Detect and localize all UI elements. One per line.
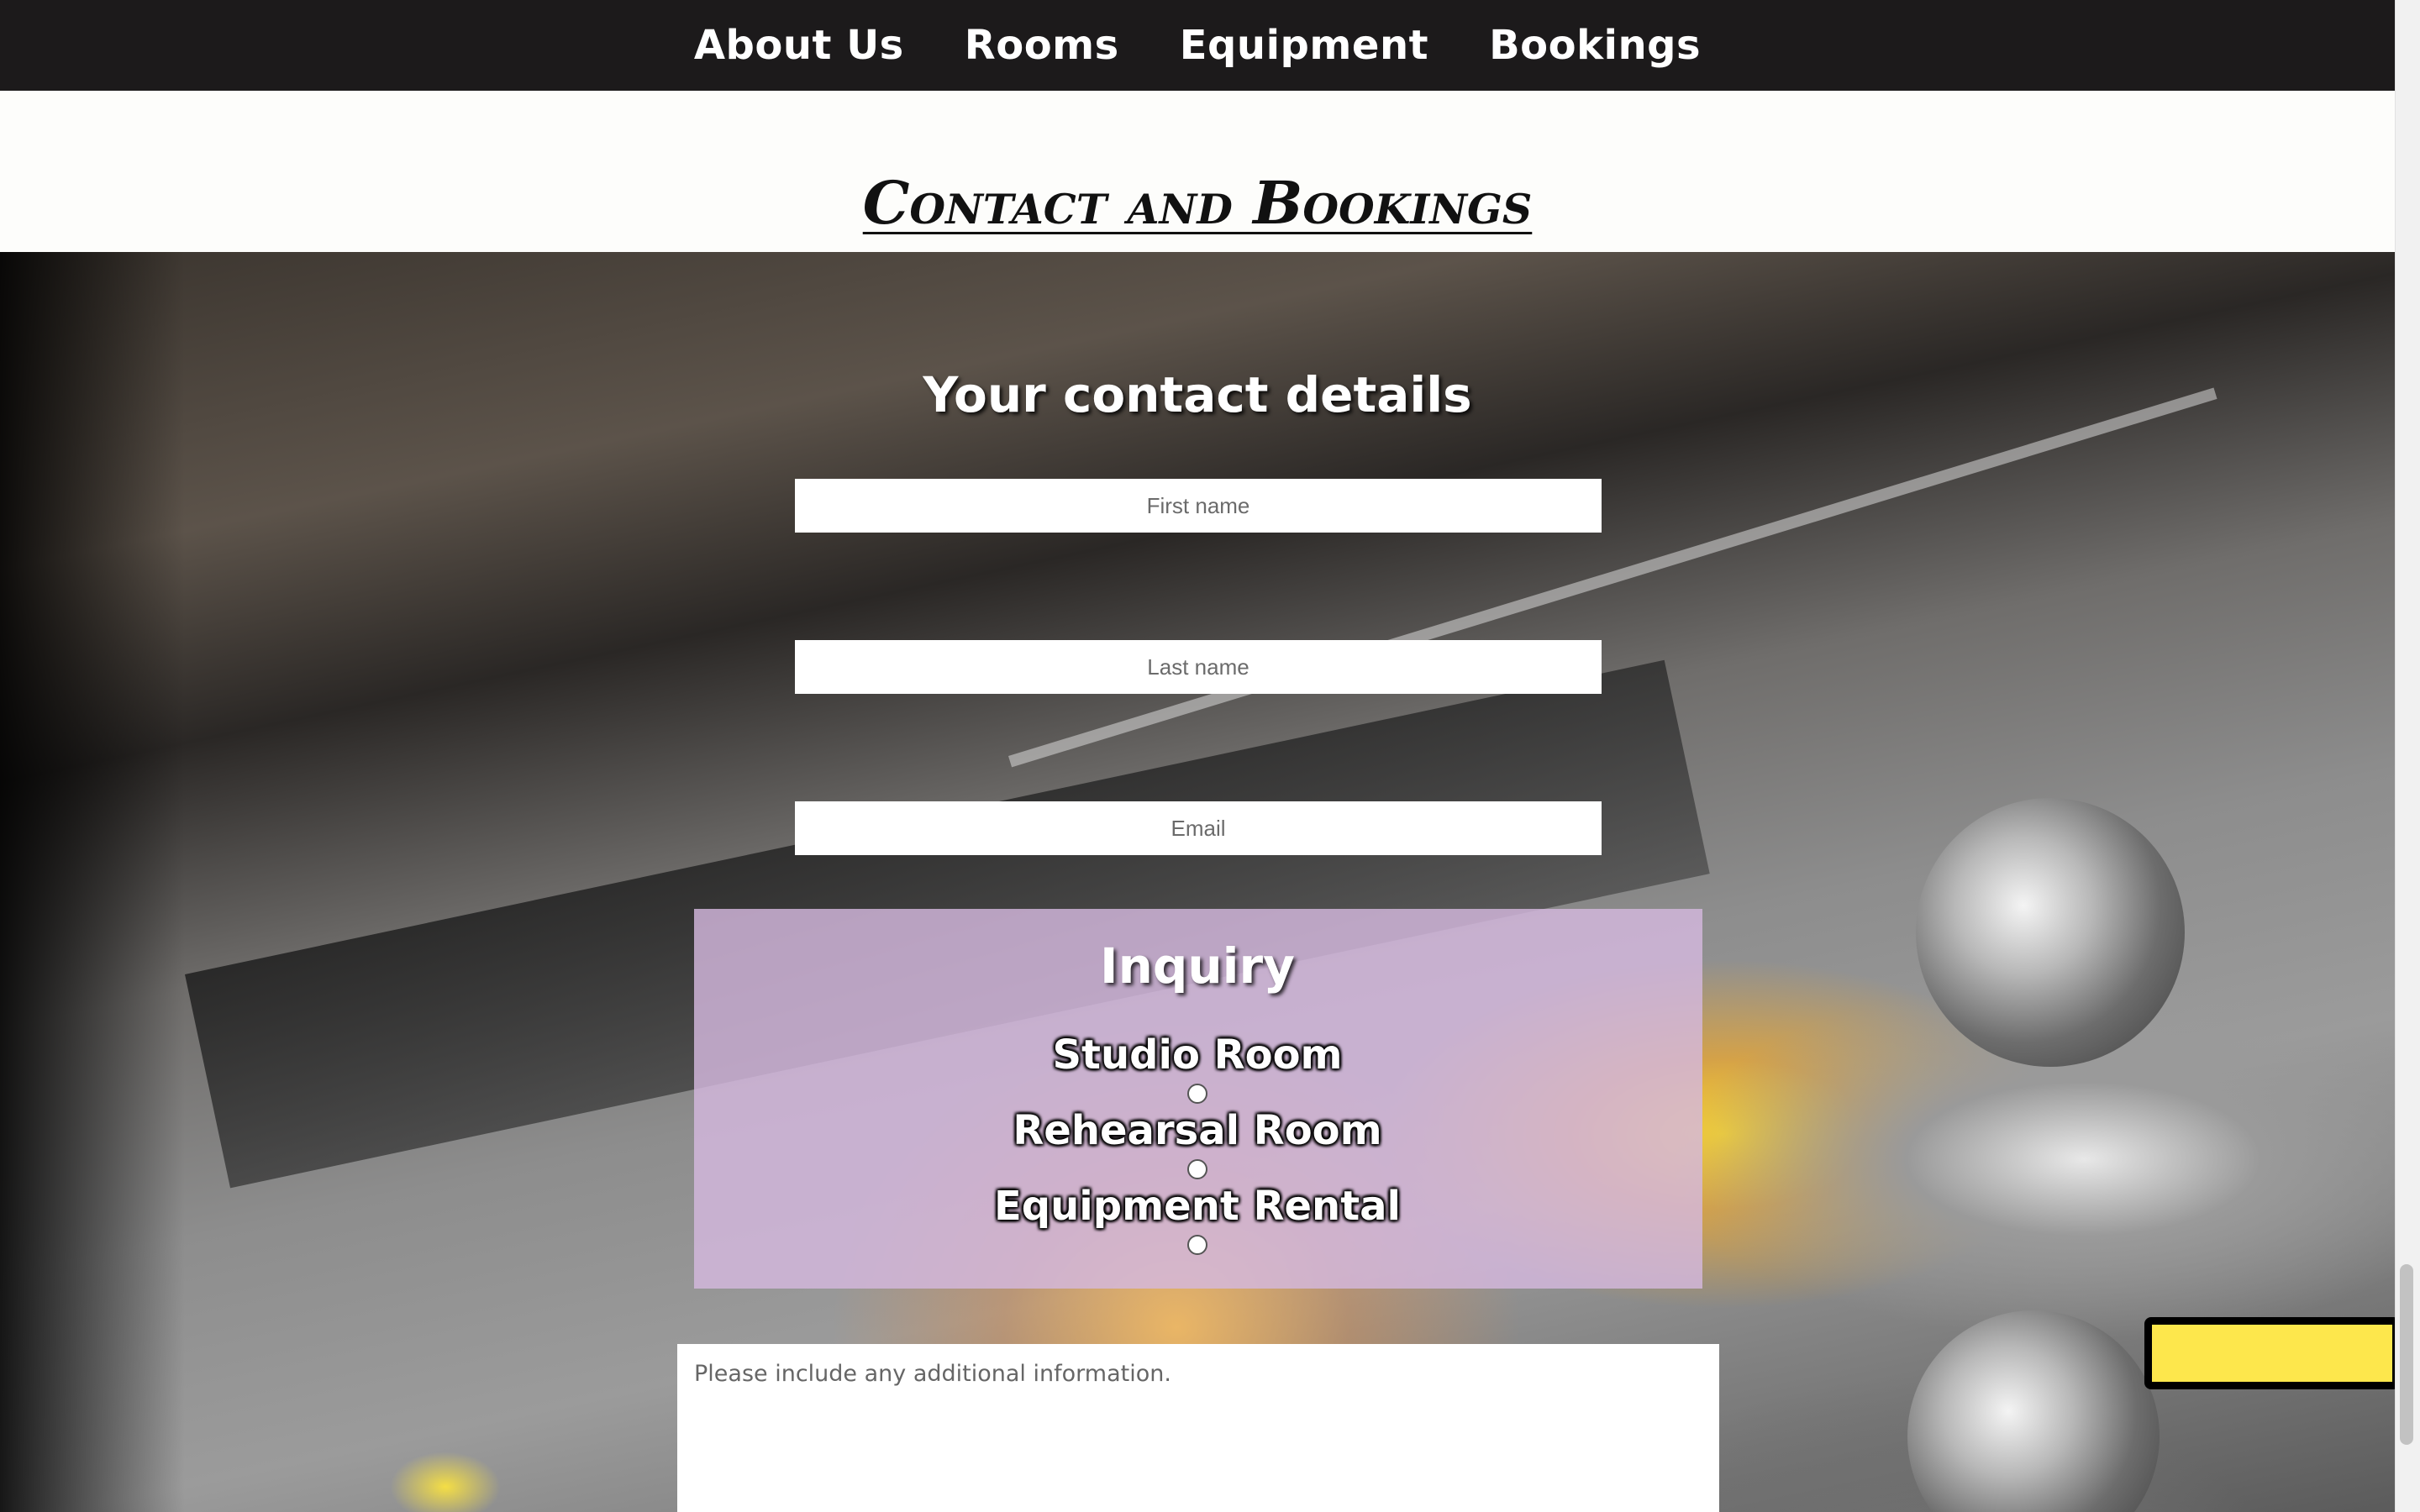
nav-link-equipment[interactable]: Equipment (1180, 22, 1428, 69)
knob-shape (1907, 1310, 2160, 1512)
radio-label-studio-room: Studio Room (1052, 1032, 1343, 1079)
shadow-overlay (0, 252, 185, 1512)
additional-info-textarea[interactable] (677, 1344, 1719, 1512)
radio-label-equipment-rental: Equipment Rental (993, 1183, 1401, 1230)
top-nav: About Us Rooms Equipment Bookings (0, 0, 2395, 91)
last-name-field[interactable] (795, 640, 1602, 694)
yellow-button-fill (2149, 1322, 2395, 1384)
knob-shape (1916, 798, 2185, 1067)
page-title: Contact and Bookings (862, 168, 1533, 238)
email-field[interactable] (795, 801, 1602, 855)
radio-label-rehearsal-room: Rehearsal Room (1013, 1107, 1382, 1154)
contact-details-heading: Your contact details (923, 366, 1472, 423)
radio-rehearsal-room[interactable] (1187, 1159, 1207, 1179)
yellow-floating-button[interactable] (2144, 1317, 2400, 1389)
nav-link-about-us[interactable]: About Us (694, 22, 904, 69)
scrollbar-thumb[interactable] (2400, 1264, 2413, 1445)
nav-link-bookings[interactable]: Bookings (1489, 22, 1701, 69)
nav-link-rooms[interactable]: Rooms (965, 22, 1119, 69)
radio-studio-room[interactable] (1187, 1084, 1207, 1104)
inquiry-heading: Inquiry (1100, 937, 1295, 995)
hero-background-image (0, 252, 2395, 1512)
page: About Us Rooms Equipment Bookings Contac… (0, 0, 2420, 1512)
first-name-field[interactable] (795, 479, 1602, 533)
radio-equipment-rental[interactable] (1187, 1235, 1207, 1255)
